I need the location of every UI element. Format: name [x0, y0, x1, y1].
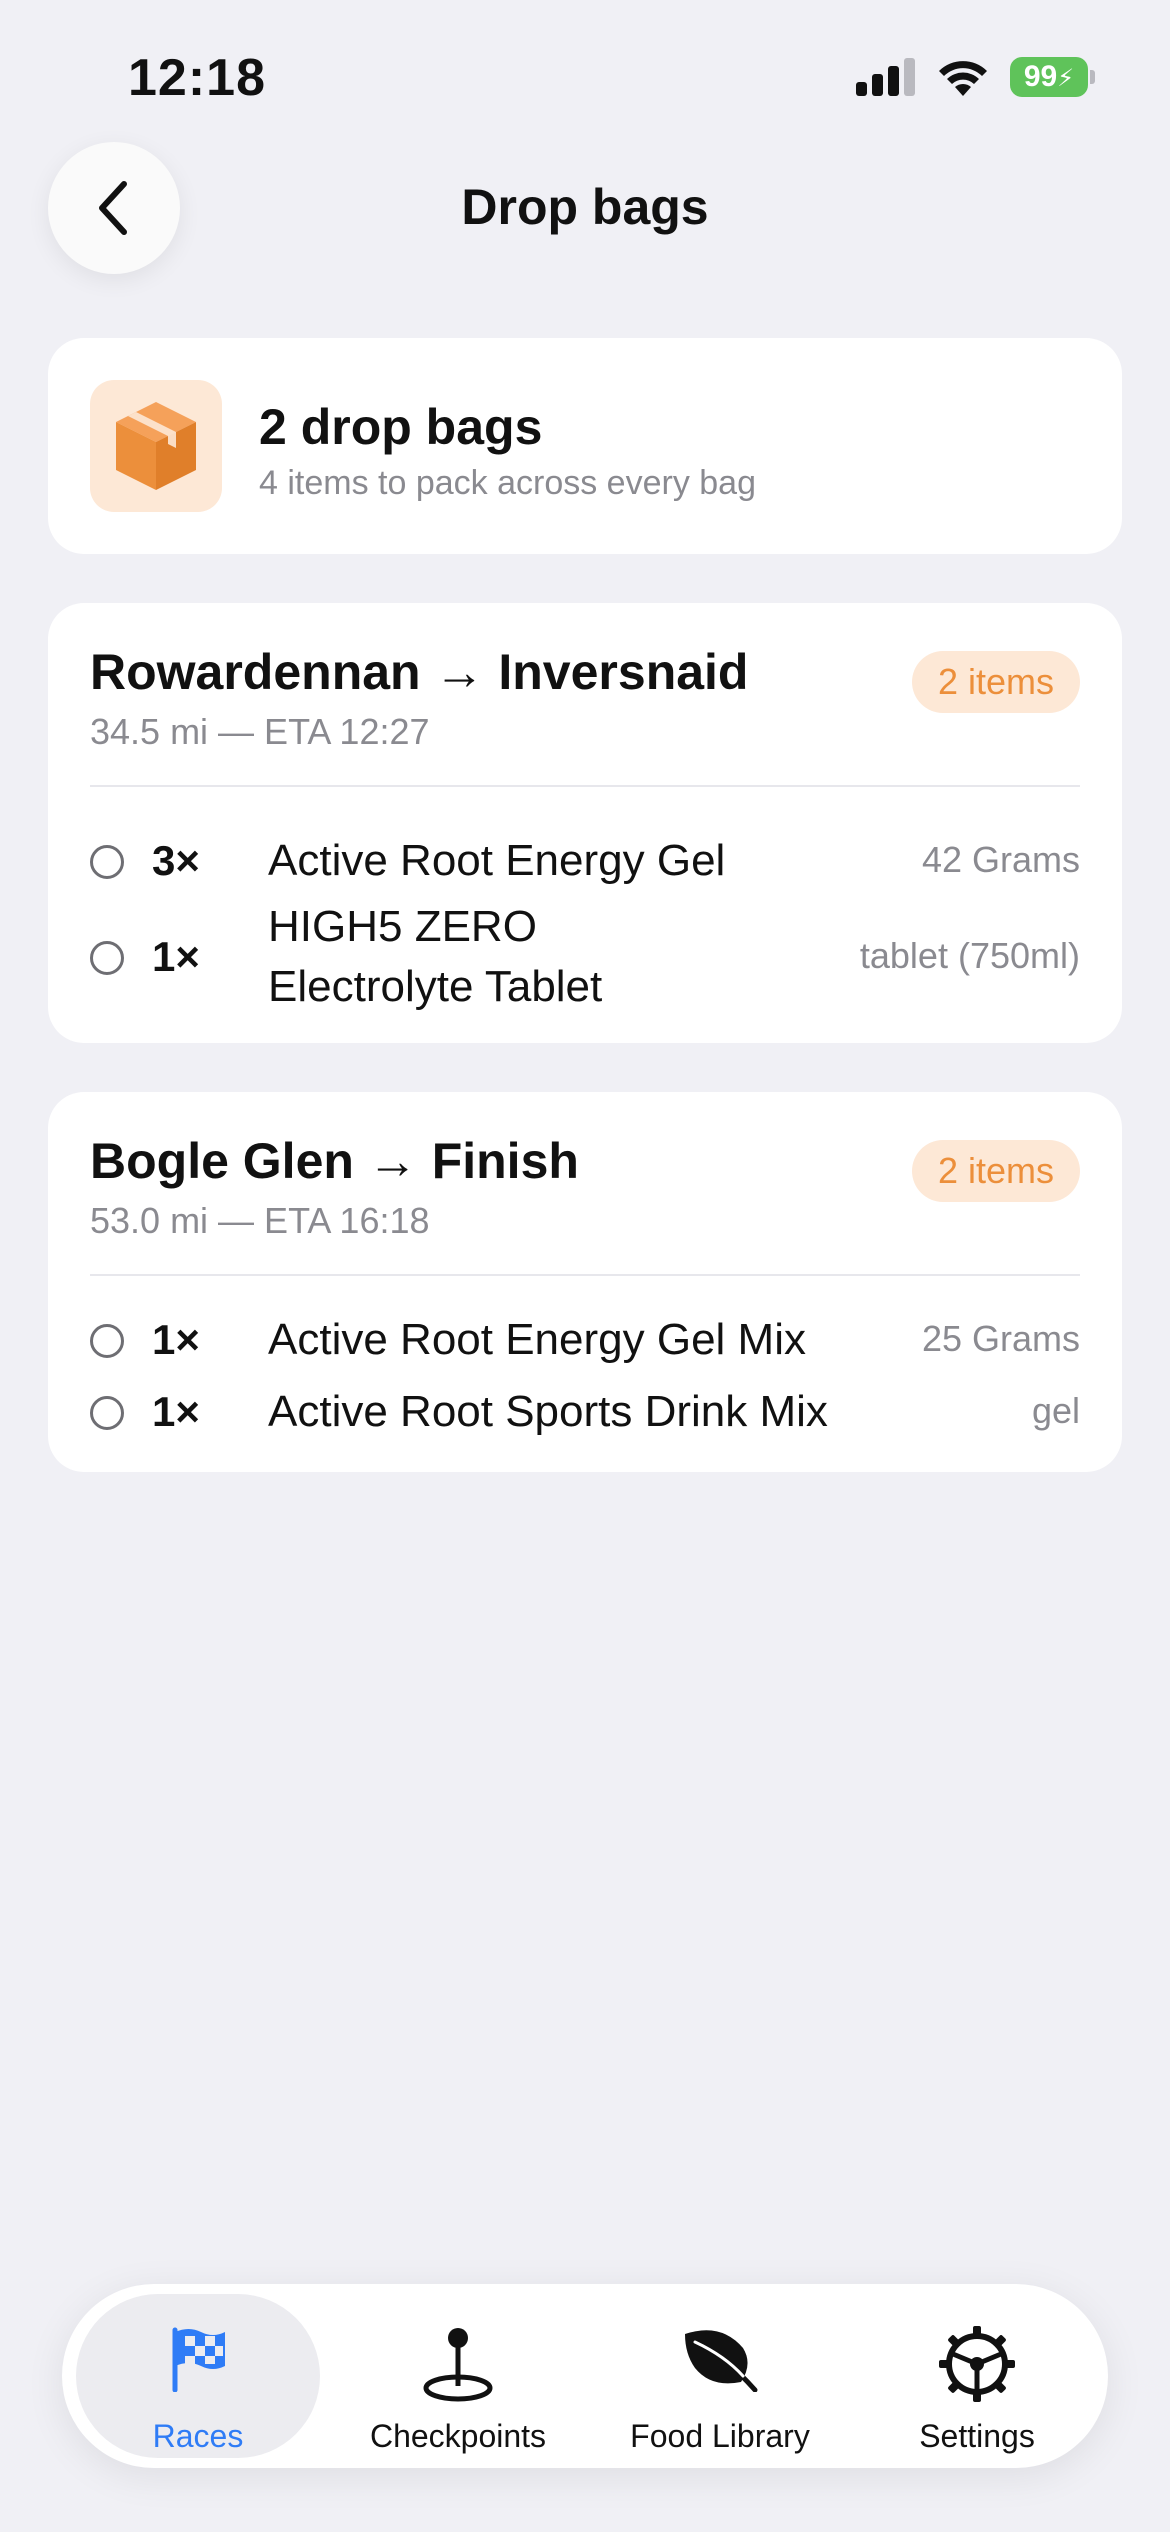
bag-subtitle: 34.5 mi — ETA 12:27	[90, 711, 430, 752]
tab-checkpoints[interactable]: Checkpoints	[336, 2294, 580, 2458]
steering-wheel-icon	[939, 2326, 1015, 2402]
item-quantity: 1×	[152, 1388, 200, 1435]
wifi-icon	[939, 61, 987, 96]
leaf-icon	[685, 2330, 758, 2392]
tab-food-library[interactable]: Food Library	[592, 2294, 848, 2458]
item-checkbox[interactable]	[90, 1396, 124, 1430]
tab-label: Checkpoints	[369, 2418, 547, 2454]
item-name-line-1: HIGH5 ZERO	[268, 902, 537, 951]
tab-bar: Races Checkpoints Food Library Settings	[62, 2284, 1108, 2468]
item-unit: tablet (750ml)	[859, 935, 1080, 976]
checkered-flag-icon	[172, 2327, 225, 2392]
item-count-badge: 2 items	[911, 1140, 1080, 1202]
item-name-line-2: Electrolyte Tablet	[268, 962, 603, 1011]
bag-title: Bogle Glen → Finish	[90, 1133, 579, 1189]
item-quantity: 1×	[152, 1316, 200, 1363]
drop-bag-card[interactable]: Rowardennan → Inversnaid 34.5 mi — ETA 1…	[48, 603, 1122, 1043]
map-pin-icon	[423, 2328, 493, 2402]
list-item: 1× HIGH5 ZERO Electrolyte Tablet tablet …	[90, 893, 1080, 1023]
tab-label: Food Library	[630, 2418, 810, 2454]
divider	[90, 1274, 1080, 1276]
item-name: Active Root Energy Gel	[268, 836, 726, 885]
item-checkbox[interactable]	[90, 1324, 124, 1358]
bag-subtitle: 53.0 mi — ETA 16:18	[90, 1200, 430, 1241]
item-count-badge: 2 items	[911, 651, 1080, 713]
summary-card: 2 drop bags 4 items to pack across every…	[48, 338, 1122, 554]
item-name: Active Root Energy Gel Mix	[268, 1315, 806, 1364]
tab-races[interactable]: Races	[76, 2294, 320, 2458]
drop-bags-screen: 12:18 99⚡ Drop bags 2 drop bags 4 items …	[0, 0, 1170, 2532]
list-item: 1× Active Root Sports Drink Mix gel	[90, 1374, 1080, 1454]
cellular-signal-icon	[856, 58, 916, 96]
drop-bag-card[interactable]: Bogle Glen → Finish 53.0 mi — ETA 16:18 …	[48, 1092, 1122, 1472]
battery-icon: 99⚡	[1010, 57, 1088, 97]
package-icon	[116, 402, 196, 490]
item-checkbox[interactable]	[90, 845, 124, 879]
item-unit: gel	[1031, 1390, 1080, 1431]
summary-icon-container	[90, 380, 222, 512]
tab-label: Races	[152, 2418, 244, 2454]
tab-label: Settings	[919, 2418, 1035, 2454]
item-quantity: 3×	[152, 837, 200, 884]
tab-settings[interactable]: Settings	[860, 2294, 1094, 2458]
status-bar: 12:18 99⚡	[0, 0, 1170, 150]
summary-title: 2 drop bags	[259, 399, 543, 455]
battery-level: 99	[1023, 60, 1058, 93]
item-name: Active Root Sports Drink Mix	[268, 1387, 828, 1436]
summary-subtitle: 4 items to pack across every bag	[259, 464, 757, 502]
item-checkbox[interactable]	[90, 941, 124, 975]
status-time: 12:18	[128, 49, 266, 107]
bag-title: Rowardennan → Inversnaid	[90, 644, 749, 700]
item-quantity: 1×	[152, 933, 200, 980]
page-title: Drop bags	[461, 179, 709, 235]
battery-cap	[1090, 70, 1095, 84]
list-item: 1× Active Root Energy Gel Mix 25 Grams	[90, 1302, 1080, 1382]
item-unit: 25 Grams	[921, 1318, 1080, 1359]
divider	[90, 785, 1080, 787]
item-unit: 42 Grams	[921, 839, 1080, 880]
